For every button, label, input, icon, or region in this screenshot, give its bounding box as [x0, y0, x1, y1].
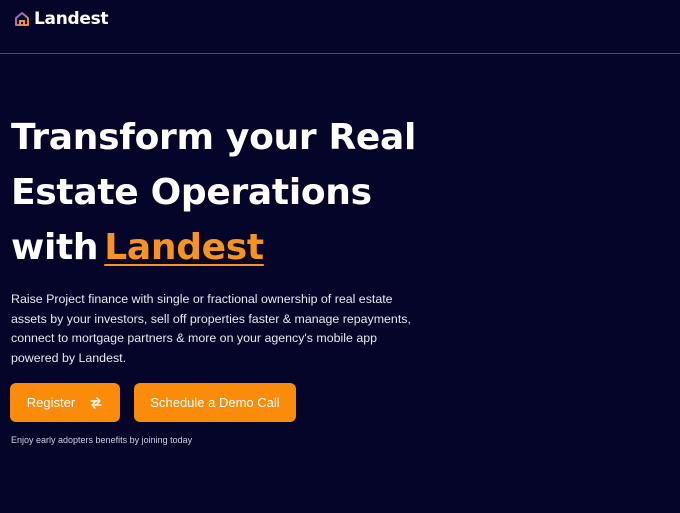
hero-title: Transform your Real Estate Operations wi… [11, 110, 611, 275]
schedule-demo-button[interactable]: Schedule a Demo Call [134, 383, 296, 422]
brand-name: Landest [34, 9, 109, 29]
register-button[interactable]: Register [10, 383, 120, 422]
hero-title-highlight: Landest [104, 227, 264, 268]
register-button-label: Register [26, 395, 76, 410]
schedule-demo-button-label: Schedule a Demo Call [150, 395, 280, 410]
landing-page: Landest Transform your Real Estate Opera… [0, 0, 680, 513]
brand-logo[interactable]: Landest [14, 9, 109, 29]
top-navbar: Landest [0, 0, 680, 54]
hero-title-line-1: Transform your Real [11, 117, 417, 158]
hero-description: Raise Project finance with single or fra… [11, 292, 411, 365]
early-adopters-note: Enjoy early adopters benefits by joining… [11, 435, 193, 445]
hero-title-line-2: Estate Operations [11, 172, 372, 213]
swap-arrows-icon [90, 396, 102, 409]
hero-title-line-3: with Landest [11, 220, 611, 275]
hero-title-prefix: with [11, 227, 99, 268]
house-icon [15, 12, 29, 26]
